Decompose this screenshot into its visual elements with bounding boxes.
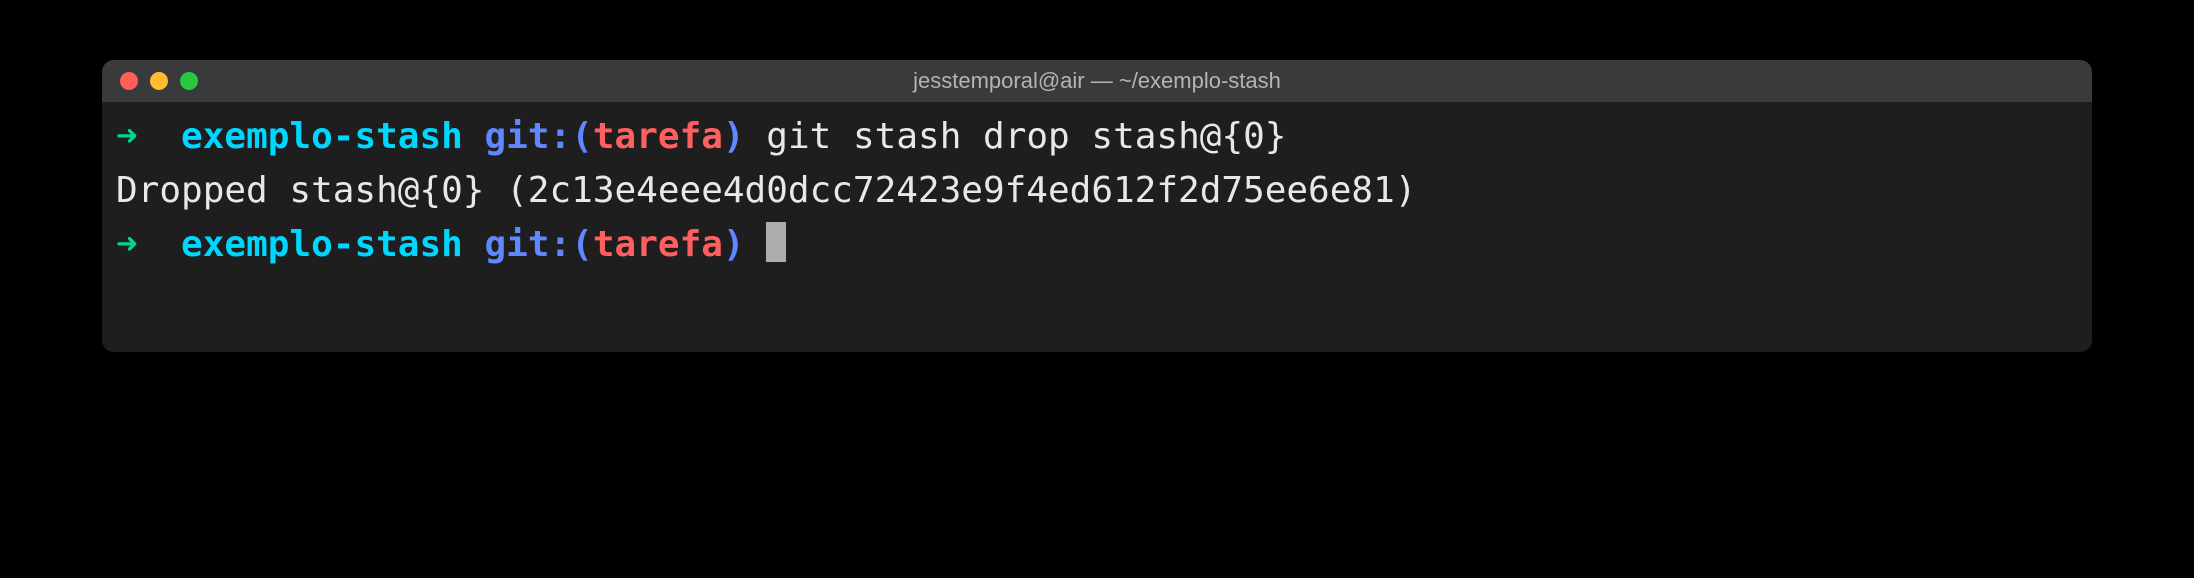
git-close: )	[723, 224, 745, 265]
output-text: Dropped stash@{0} (2c13e4eee4d0dcc72423e…	[116, 170, 1416, 211]
git-branch: tarefa	[593, 116, 723, 157]
terminal-line-2: Dropped stash@{0} (2c13e4eee4d0dcc72423e…	[116, 164, 2078, 218]
prompt-directory: exemplo-stash	[181, 224, 463, 265]
terminal-line-1: ➜ exemplo-stash git:(tarefa) git stash d…	[116, 110, 2078, 164]
terminal-line-3: ➜ exemplo-stash git:(tarefa)	[116, 218, 2078, 272]
minimize-icon[interactable]	[150, 72, 168, 90]
prompt-arrow-icon: ➜	[116, 224, 138, 265]
git-label: git:(	[485, 224, 593, 265]
command-text: git stash drop stash@{0}	[766, 116, 1286, 157]
git-label: git:(	[485, 116, 593, 157]
traffic-lights	[120, 72, 198, 90]
git-close: )	[723, 116, 745, 157]
prompt-arrow-icon: ➜	[116, 116, 138, 157]
cursor-icon	[766, 222, 786, 262]
title-bar: jesstemporal@air — ~/exemplo-stash	[102, 60, 2092, 102]
git-branch: tarefa	[593, 224, 723, 265]
maximize-icon[interactable]	[180, 72, 198, 90]
terminal-window: jesstemporal@air — ~/exemplo-stash ➜ exe…	[102, 60, 2092, 352]
terminal-body[interactable]: ➜ exemplo-stash git:(tarefa) git stash d…	[102, 102, 2092, 352]
window-title: jesstemporal@air — ~/exemplo-stash	[913, 68, 1281, 94]
close-icon[interactable]	[120, 72, 138, 90]
prompt-directory: exemplo-stash	[181, 116, 463, 157]
